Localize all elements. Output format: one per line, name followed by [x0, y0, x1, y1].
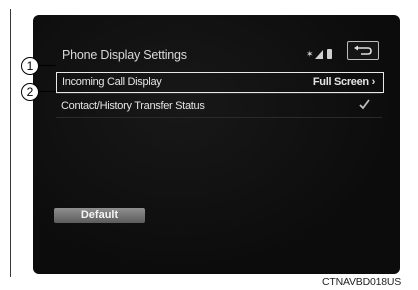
back-arrow-icon: [354, 45, 372, 55]
back-button[interactable]: [347, 41, 379, 60]
bluetooth-icon: ✶: [306, 49, 314, 59]
callout-number: 2: [21, 83, 39, 101]
default-button[interactable]: Default: [54, 208, 145, 223]
frame-border-line: [10, 9, 11, 277]
incoming-call-display-label: Incoming Call Display: [62, 76, 162, 88]
battery-icon: [327, 49, 332, 59]
checkmark-icon: [359, 99, 370, 110]
signal-icon: [315, 50, 323, 59]
callout-number: 1: [21, 57, 39, 75]
page-title: Phone Display Settings: [62, 48, 187, 62]
contact-history-transfer-status-row[interactable]: Contact/History Transfer Status: [56, 97, 382, 116]
incoming-call-display-value: Full Screen ›: [312, 76, 376, 88]
chevron-right-icon: ›: [371, 76, 376, 88]
callout-leader-line: [39, 91, 56, 92]
phone-display-settings-screen: Phone Display Settings ✶ Incoming Call D…: [33, 15, 400, 274]
divider: [56, 117, 382, 118]
contact-history-transfer-status-label: Contact/History Transfer Status: [61, 100, 205, 112]
figure-code: CTNAVBD018US: [322, 276, 402, 288]
incoming-call-display-row[interactable]: Incoming Call Display Full Screen ›: [56, 72, 384, 93]
callout-leader-line: [39, 65, 56, 66]
divider: [56, 93, 382, 94]
status-icons: ✶: [306, 45, 332, 59]
